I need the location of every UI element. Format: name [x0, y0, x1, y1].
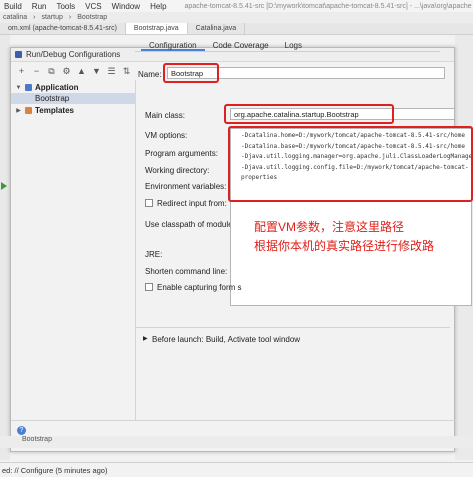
- editor-tab-catalina[interactable]: Catalina.java: [188, 23, 246, 34]
- enable-capturing-label: Enable capturing form s: [157, 283, 242, 292]
- menu-help[interactable]: Help: [150, 2, 166, 11]
- run-tool-window-bar: Bootstrap: [0, 436, 473, 448]
- name-label: Name:: [138, 70, 162, 79]
- tree-item-templates-label: Templates: [35, 106, 74, 115]
- help-icon[interactable]: ?: [17, 426, 26, 435]
- redirect-input-label: Redirect input from:: [157, 199, 227, 208]
- tree-item-bootstrap[interactable]: Bootstrap: [11, 93, 136, 104]
- menu-window[interactable]: Window: [112, 2, 140, 11]
- editor-gutter: [0, 35, 10, 460]
- jre-label: JRE:: [145, 250, 163, 259]
- status-text: ed: // Configure (5 minutes ago): [2, 465, 108, 475]
- vm-options-highlight-box: [228, 126, 473, 202]
- editor-tab-pom[interactable]: om.xml (apache-tomcat-8.5.41-src): [0, 23, 126, 34]
- config-tabs: Configuration Code Coverage Logs: [135, 40, 440, 52]
- move-up-icon[interactable]: ▲: [77, 66, 86, 76]
- sort-icon[interactable]: ⇅: [122, 66, 131, 76]
- config-toolbar: + − ⧉ ⚙ ▲ ▼ ☰ ⇅: [11, 64, 136, 78]
- name-highlight-box: [163, 63, 219, 83]
- program-arguments-label: Program arguments:: [145, 149, 218, 158]
- tab-configuration[interactable]: Configuration: [141, 40, 205, 51]
- nav-crumb-bootstrap[interactable]: Bootstrap: [77, 14, 107, 21]
- vm-options-label: VM options:: [145, 131, 188, 140]
- run-tab-bootstrap[interactable]: Bootstrap: [22, 436, 52, 443]
- configuration-tree: ▼ Application Bootstrap ▶ Templates: [11, 80, 136, 420]
- wrench-icon[interactable]: ⚙: [62, 66, 71, 76]
- intellij-app-icon: [15, 51, 22, 58]
- working-directory-label: Working directory:: [145, 166, 210, 175]
- tab-logs[interactable]: Logs: [277, 40, 310, 51]
- navigation-bar: catalina › startup › Bootstrap: [0, 12, 473, 23]
- tree-item-templates[interactable]: ▶ Templates: [11, 105, 136, 116]
- editor-tabs: om.xml (apache-tomcat-8.5.41-src) Bootst…: [0, 23, 473, 35]
- tree-item-application-label: Application: [35, 83, 79, 92]
- divider: [11, 420, 456, 421]
- before-launch-label[interactable]: Before launch: Build, Activate tool wind…: [152, 335, 300, 344]
- main-class-label: Main class:: [145, 111, 186, 120]
- main-class-highlight-box: [224, 104, 394, 124]
- nav-crumb-startup[interactable]: startup: [41, 14, 62, 21]
- editor-tab-bootstrap[interactable]: Bootstrap.java: [125, 23, 188, 34]
- menu-run[interactable]: Run: [32, 2, 47, 11]
- wrench-templates-icon: [25, 107, 32, 114]
- folder-icon[interactable]: ☰: [107, 66, 116, 76]
- menu-build[interactable]: Build: [4, 2, 22, 11]
- menu-tools[interactable]: Tools: [56, 2, 75, 11]
- shorten-command-line-label: Shorten command line:: [145, 267, 228, 276]
- run-gutter-icon[interactable]: [1, 182, 7, 190]
- menu-bar: Build Run Tools VCS Window Help apache-t…: [0, 0, 473, 12]
- nav-separator: ›: [68, 14, 72, 21]
- tree-item-bootstrap-label: Bootstrap: [35, 94, 70, 103]
- redirect-input-checkbox[interactable]: [145, 199, 153, 207]
- nav-crumb-catalina[interactable]: catalina: [3, 14, 27, 21]
- remove-icon[interactable]: −: [32, 66, 41, 76]
- tab-code-coverage[interactable]: Code Coverage: [205, 40, 277, 51]
- move-down-icon[interactable]: ▼: [92, 66, 101, 76]
- application-icon: [25, 84, 32, 91]
- copy-icon[interactable]: ⧉: [47, 66, 56, 76]
- collapse-triangle-icon[interactable]: ▶: [15, 107, 22, 114]
- status-bar: ed: // Configure (5 minutes ago): [0, 462, 473, 477]
- add-icon[interactable]: +: [17, 66, 26, 76]
- menu-vcs[interactable]: VCS: [85, 2, 101, 11]
- classpath-module-label: Use classpath of module:: [145, 220, 235, 229]
- environment-variables-label: Environment variables:: [145, 182, 227, 191]
- annotation-line-2: 根据你本机的真实路径进行修改路: [254, 239, 435, 253]
- enable-capturing-checkbox[interactable]: [145, 283, 153, 291]
- project-path: apache-tomcat-8.5.41-src [D:\mywork\tomc…: [184, 2, 472, 10]
- before-launch-expand-icon[interactable]: ▶: [143, 335, 148, 342]
- nav-separator: ›: [33, 14, 36, 21]
- annotation-line-1: 配置VM参数，注意这里路径: [254, 220, 405, 234]
- expand-triangle-icon[interactable]: ▼: [15, 85, 22, 91]
- tree-item-application[interactable]: ▼ Application: [11, 82, 136, 93]
- divider: [135, 327, 450, 328]
- dialog-title: Run/Debug Configurations: [26, 50, 121, 59]
